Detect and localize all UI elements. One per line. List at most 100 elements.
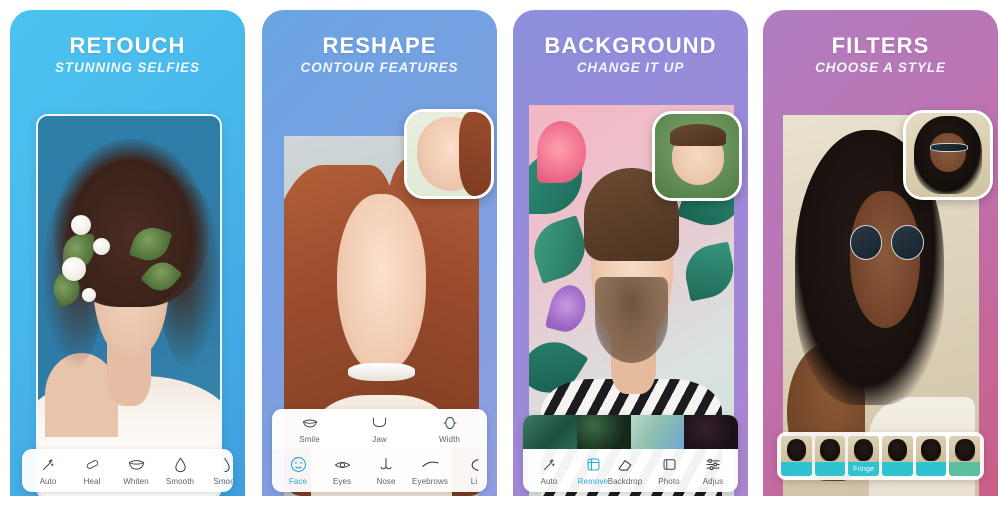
toolbar-reshape: Smile Jaw Width Face Eyes Nose Eyebrows … [272,409,487,492]
tool-jaw[interactable]: Jaw [360,414,400,444]
panel-title: FILTERS [831,33,930,58]
tool-backdrop[interactable]: Backdrop [603,456,647,486]
backdrop-tile-1[interactable] [523,415,577,449]
eraser-icon [617,456,633,473]
flower-1 [70,215,91,236]
filter-thumbnail[interactable] [949,436,981,476]
magic-wand-icon [41,456,56,473]
face [849,191,921,329]
tool-label: Photo [658,477,680,486]
filter-preview [814,436,846,462]
bandage-icon [85,456,100,473]
magic-wand-icon [542,456,557,473]
filter-face [921,439,941,461]
backdrop-tile-3[interactable] [630,415,685,449]
tool-face[interactable]: Face [276,456,320,486]
filter-label-bar [814,462,846,476]
filter-thumbnail[interactable] [814,436,846,476]
eyebrow-icon [421,456,440,473]
filter-face [954,439,975,461]
tool-label: Face [288,477,308,486]
choker [348,362,415,381]
tool-label: Eyes [332,477,352,486]
filter-preview [949,436,981,462]
face-icon [290,456,307,473]
panel-subtitle: STUNNING SELFIES [55,60,200,76]
image-icon [662,456,677,473]
panel-subtitle: CHOOSE A STYLE [815,60,946,76]
panel-header-retouch: RETOUCH STUNNING SELFIES [10,34,245,75]
filter-thumbnail-selected[interactable]: Fringe [848,436,880,476]
panel-header-reshape: RESHAPE CONTOUR FEATURES [262,34,497,75]
panel-reshape: RESHAPE CONTOUR FEATURES Smile Jaw Width… [262,10,497,496]
nose-icon [380,456,392,473]
tool-label: Jaw [372,435,387,444]
panel-title: RESHAPE [322,33,437,58]
panel-header-filters: FILTERS CHOOSE A STYLE [763,34,998,75]
tool-label: Width [439,435,460,444]
tool-row: Face Eyes Nose Eyebrows Li [272,449,487,492]
toolbar-background: Auto Remove Backdrop Photo Adjus [523,415,738,492]
filter-thumbnail[interactable] [882,436,913,476]
smile-icon [302,414,318,431]
app-store-screenshot-gallery: RETOUCH STUNNING SELFIES Auto Heal White… [0,0,998,506]
filter-thumbnail[interactable] [915,436,947,476]
tool-smooth-extra[interactable]: Smoo [202,456,233,486]
tool-photo[interactable]: Photo [647,456,691,486]
flower-2 [61,257,86,282]
filter-label-bar [882,462,913,476]
tool-label: Smoo [213,477,233,486]
tool-label: Auto [540,477,558,486]
tool-smile[interactable]: Smile [290,414,330,444]
thumb-bg [407,112,491,196]
tool-subrow: Smile Jaw Width [272,409,487,449]
tool-label: Smooth [165,477,195,486]
filter-face [786,439,807,461]
panel-title: BACKGROUND [544,33,717,58]
tool-adjust[interactable]: Adjus [691,456,735,486]
filter-preview [882,436,913,462]
backdrop-tile-4[interactable] [684,415,738,449]
panel-title: RETOUCH [69,33,186,58]
tool-lips[interactable]: Li [452,456,487,486]
tool-nose[interactable]: Nose [364,456,408,486]
tool-auto[interactable]: Auto [26,456,70,486]
before-thumbnail-background[interactable] [652,111,742,201]
thumb-sunglasses-icon [929,143,969,152]
tool-whiten[interactable]: Whiten [114,456,158,486]
tool-label: Smile [299,435,320,444]
filter-face [853,439,874,461]
scissors-icon [586,456,601,473]
panel-background: BACKGROUND CHANGE IT UP Auto Remove Back… [513,10,748,496]
tool-heal[interactable]: Heal [70,456,114,486]
tool-auto[interactable]: Auto [527,456,571,486]
filter-label-bar: Fringe [848,462,880,476]
before-thumbnail-filters[interactable] [903,110,993,200]
width-icon [443,414,457,431]
tool-label: Backdrop [607,477,643,486]
toolbar-retouch: Auto Heal Whiten Smooth Smoo [22,449,233,492]
tool-label: Nose [376,477,396,486]
panel-retouch: RETOUCH STUNNING SELFIES Auto Heal White… [10,10,245,496]
filter-face [820,439,840,461]
thumb-bg [655,114,739,198]
filter-thumbnail[interactable] [781,436,812,476]
filter-label-bar [781,462,812,476]
tool-label: Adjus [702,477,724,486]
backdrop-tile-2[interactable] [576,415,631,449]
tool-label: Eyebrows [412,477,448,486]
tool-smooth[interactable]: Smooth [158,456,202,486]
jaw-icon [372,414,387,431]
tool-label: Whiten [123,477,149,486]
tool-width[interactable]: Width [430,414,470,444]
thumb-bg [906,113,990,197]
filter-preview [915,436,947,462]
sliders-icon [705,456,721,473]
before-thumbnail-reshape[interactable] [404,109,494,199]
photo-frame-retouch [36,114,222,496]
tool-label: Heal [83,477,101,486]
tool-eyebrows[interactable]: Eyebrows [408,456,452,486]
flower-3 [92,238,110,256]
tool-eyes[interactable]: Eyes [320,456,364,486]
droplet-half-icon [218,456,231,473]
